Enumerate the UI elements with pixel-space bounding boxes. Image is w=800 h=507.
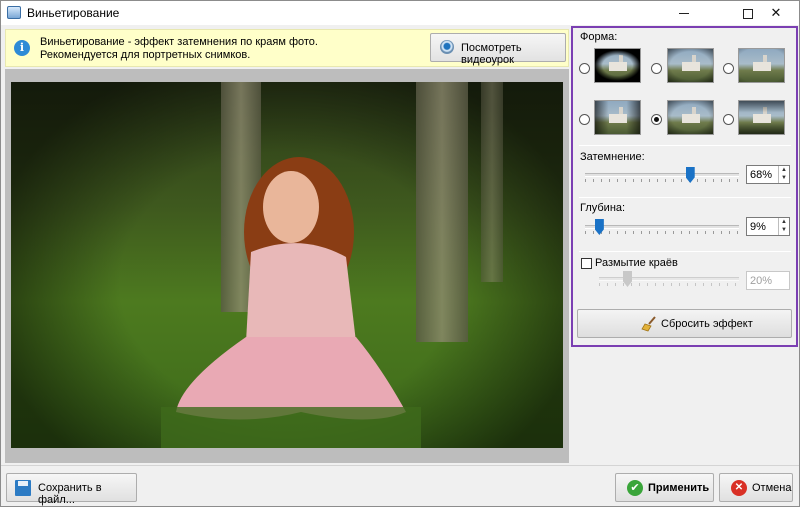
divider xyxy=(579,197,791,198)
preview-area xyxy=(5,69,569,463)
depth-spinbox[interactable]: 9% ▲ ▼ xyxy=(746,217,790,236)
edge-blur-label: Размытие краёв xyxy=(595,257,678,269)
window-title: Виньетирование xyxy=(27,6,120,20)
info-icon: i xyxy=(14,40,30,56)
shape-6-radio[interactable] xyxy=(723,114,734,125)
shape-3-thumbnail[interactable] xyxy=(738,48,785,83)
spin-arrows-icon[interactable]: ▲ ▼ xyxy=(778,166,789,183)
watch-video-label: Посмотреть видеоурок xyxy=(461,42,522,66)
cancel-label: Отмена xyxy=(752,482,792,494)
vignette-overlay xyxy=(739,49,784,82)
darkening-slider-ticks xyxy=(585,179,739,182)
divider xyxy=(579,251,791,252)
dialog-footer: Сохранить в файл... ✔ Применить ✕ Отмена xyxy=(1,465,799,506)
shape-6-thumbnail[interactable] xyxy=(738,100,785,135)
vignette-settings-panel: Форма: Затемнение: 68% ▲ ▼ Глубина: 9% ▲… xyxy=(571,26,798,347)
shape-2-thumbnail[interactable] xyxy=(667,48,714,83)
vignette-overlay xyxy=(668,49,713,82)
reset-effect-button[interactable]: Сбросить эффект xyxy=(577,309,792,338)
shape-1-thumbnail[interactable] xyxy=(594,48,641,83)
vignette-overlay xyxy=(595,49,640,82)
edge-blur-checkbox[interactable] xyxy=(581,258,592,269)
app-icon xyxy=(7,6,21,19)
edge-blur-slider-ticks xyxy=(599,283,739,286)
shape-5-radio[interactable] xyxy=(651,114,662,125)
darkening-slider-track[interactable] xyxy=(585,173,739,177)
darkening-value: 68% xyxy=(750,169,773,181)
photo-girl-figure xyxy=(161,157,421,448)
save-to-file-label: Сохранить в файл... xyxy=(38,482,102,506)
cancel-button[interactable]: ✕ Отмена xyxy=(719,473,793,502)
webcam-icon xyxy=(440,40,454,54)
vignette-dialog: Виньетирование ✕ i Виньетирование - эффе… xyxy=(0,0,800,507)
close-button[interactable]: ✕ xyxy=(753,1,799,25)
reset-effect-label: Сбросить эффект xyxy=(661,318,753,330)
depth-value: 9% xyxy=(750,221,766,233)
vignette-overlay xyxy=(668,101,713,134)
shape-label: Форма: xyxy=(580,31,618,43)
darkening-label: Затемнение: xyxy=(580,151,645,163)
info-bar: i Виньетирование - эффект затемнения по … xyxy=(5,29,569,67)
info-text-line1: Виньетирование - эффект затемнения по кр… xyxy=(40,36,318,48)
shape-5-thumbnail[interactable] xyxy=(667,100,714,135)
minimize-button[interactable] xyxy=(661,1,707,25)
broom-icon xyxy=(641,316,656,332)
apply-label: Применить xyxy=(648,482,710,494)
spin-arrows-icon[interactable]: ▲ ▼ xyxy=(778,218,789,235)
shape-3-radio[interactable] xyxy=(723,63,734,74)
edge-blur-slider-track[interactable] xyxy=(599,277,739,281)
divider xyxy=(579,145,791,146)
edge-blur-field[interactable]: 20% xyxy=(746,271,790,290)
preview-photo xyxy=(11,82,563,448)
shape-4-thumbnail[interactable] xyxy=(594,100,641,135)
info-text-line2: Рекомендуется для портретных снимков. xyxy=(40,49,251,61)
checkmark-icon: ✔ xyxy=(627,480,643,496)
apply-button[interactable]: ✔ Применить xyxy=(615,473,714,502)
shape-2-radio[interactable] xyxy=(651,63,662,74)
title-bar: Виньетирование ✕ xyxy=(1,1,799,25)
darkening-spinbox[interactable]: 68% ▲ ▼ xyxy=(746,165,790,184)
vignette-overlay xyxy=(739,101,784,134)
watch-video-button[interactable]: Посмотреть видеоурок xyxy=(430,33,566,66)
vignette-overlay xyxy=(595,101,640,134)
edge-blur-value: 20% xyxy=(750,275,773,287)
depth-slider-ticks xyxy=(585,231,739,234)
minimize-icon xyxy=(679,13,689,15)
cancel-x-icon: ✕ xyxy=(731,480,747,496)
shape-1-radio[interactable] xyxy=(579,63,590,74)
floppy-disk-icon xyxy=(15,480,31,496)
save-to-file-button[interactable]: Сохранить в файл... xyxy=(6,473,137,506)
depth-label: Глубина: xyxy=(580,202,626,214)
maximize-icon xyxy=(743,8,753,19)
shape-4-radio[interactable] xyxy=(579,114,590,125)
depth-slider-track[interactable] xyxy=(585,225,739,229)
